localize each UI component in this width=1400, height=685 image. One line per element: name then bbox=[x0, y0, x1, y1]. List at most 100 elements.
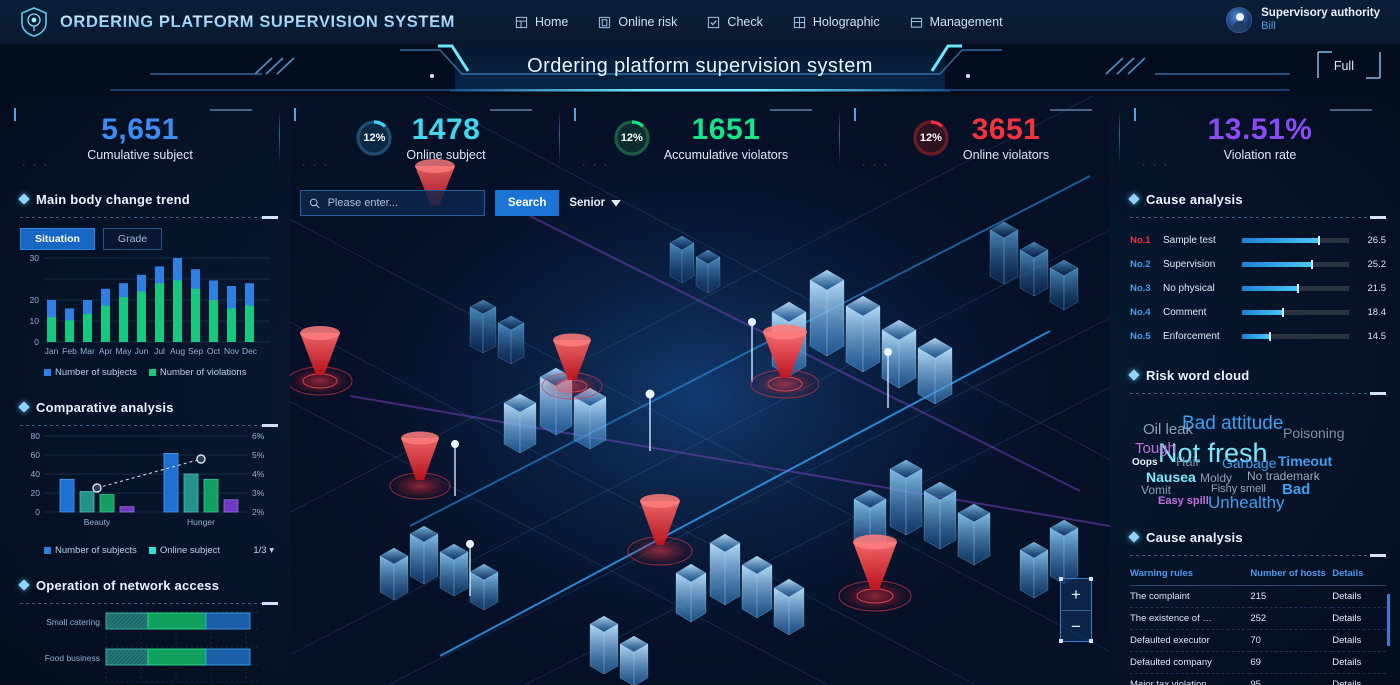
nav-item-check[interactable]: Check bbox=[707, 15, 763, 29]
nav-item-management[interactable]: Management bbox=[910, 15, 1003, 29]
zoom-in-button[interactable]: + bbox=[1061, 579, 1091, 611]
details-link[interactable]: Details bbox=[1332, 652, 1386, 674]
col-number-of-hosts: Number of hosts bbox=[1250, 568, 1326, 579]
word-cloud-term[interactable]: Unhealthy bbox=[1208, 494, 1285, 511]
svg-text:Oct: Oct bbox=[207, 346, 221, 356]
map-pin bbox=[451, 440, 459, 448]
panel-network-access: Operation of network access Small cateri… bbox=[18, 574, 278, 685]
tab-situation[interactable]: Situation bbox=[20, 228, 95, 250]
table-row: Defaulted company 69 Details bbox=[1130, 652, 1386, 674]
cause-name: Comment bbox=[1163, 306, 1207, 318]
cause-track bbox=[1242, 283, 1349, 293]
svg-text:4%: 4% bbox=[252, 469, 265, 479]
panel-title: Operation of network access bbox=[36, 577, 220, 593]
cause-row[interactable]: No.5 Enforcement 14.5 bbox=[1130, 324, 1386, 348]
details-link[interactable]: Details bbox=[1332, 630, 1386, 652]
main-body-tabs: Situation Grade bbox=[20, 228, 278, 250]
handle-tl bbox=[1059, 577, 1063, 581]
word-cloud-term[interactable]: Hair bbox=[1176, 455, 1200, 468]
details-link[interactable]: Details bbox=[1332, 608, 1386, 630]
svg-text:Mar: Mar bbox=[80, 346, 95, 356]
diamond-icon bbox=[1128, 193, 1140, 205]
cell-hosts: 252 bbox=[1250, 613, 1267, 624]
word-cloud-term[interactable]: Bad attitude bbox=[1182, 414, 1283, 433]
kpi-online-violators: · · · 12% 3651 Online violators bbox=[840, 96, 1120, 180]
kpi-corner bbox=[1134, 108, 1136, 121]
fullscreen-button[interactable]: Full bbox=[1334, 59, 1354, 73]
senior-filter-dropdown[interactable]: Senior bbox=[569, 197, 622, 209]
cause-row[interactable]: No.2 Supervision 25.2 bbox=[1130, 252, 1386, 276]
svg-text:Nov: Nov bbox=[224, 346, 240, 356]
word-cloud-term[interactable]: Easy spill bbox=[1158, 496, 1209, 507]
check-box-icon bbox=[708, 16, 720, 28]
comparative-pager[interactable]: 1/3 ▾ bbox=[253, 545, 274, 556]
panel-divider bbox=[20, 602, 278, 605]
word-cloud-term[interactable]: Poisoning bbox=[1283, 426, 1345, 440]
panel-main-body-change-trend: Main body change trend Situation Grade 3… bbox=[18, 188, 278, 378]
cause-name: Supervision bbox=[1163, 258, 1216, 270]
comparative-chart[interactable]: 8060 40200 6%5% 4%3%2% Beauty Hunger bbox=[20, 426, 278, 536]
details-link[interactable]: Details bbox=[1332, 586, 1386, 608]
main-nav: Home Online risk Check Holographic Manag… bbox=[515, 15, 1003, 29]
map-search-bar[interactable]: Search Senior bbox=[300, 190, 622, 216]
cause-track bbox=[1242, 331, 1349, 341]
word-cloud-term[interactable]: Oops bbox=[1132, 458, 1158, 468]
kpi-label: Cumulative subject bbox=[87, 148, 193, 163]
handle-bl bbox=[1059, 639, 1063, 643]
word-cloud[interactable]: Not fresh Bad attitude Oil leak Poisoning To… bbox=[1130, 402, 1386, 520]
grid-icon bbox=[793, 16, 805, 28]
kpi-corner bbox=[574, 108, 576, 121]
svg-text:30: 30 bbox=[30, 253, 40, 263]
page-title: Ordering platform supervision system bbox=[527, 55, 873, 77]
brand-logo-wrap[interactable]: ORDERING PLATFORM SUPERVISION SYSTEM bbox=[20, 7, 455, 37]
word-cloud-term[interactable]: Nausea bbox=[1146, 470, 1196, 484]
nav-item-holographic[interactable]: Holographic bbox=[793, 15, 880, 29]
cause-rank: No.3 bbox=[1130, 282, 1151, 294]
kpi-value: 5,651 bbox=[101, 112, 179, 146]
kpi-corner bbox=[854, 108, 856, 121]
cause-row[interactable]: No.4 Comment 18.4 bbox=[1130, 300, 1386, 324]
search-box[interactable] bbox=[300, 190, 485, 216]
panel-cause-analysis-bars: Cause analysis No.1 Sample test 26.5 No.… bbox=[1128, 188, 1386, 348]
cause-name: No physical bbox=[1163, 282, 1215, 294]
city-map[interactable]: Search Senior + − bbox=[290, 96, 1110, 685]
search-icon bbox=[309, 198, 320, 208]
details-link[interactable]: Details bbox=[1332, 674, 1386, 685]
table-row: The complaint 215 Details bbox=[1130, 586, 1386, 608]
nav-label: Check bbox=[727, 15, 763, 29]
main-body-chart[interactable]: 3020 100 Jan Feb Mar Apr May Jun Jul Aug… bbox=[20, 250, 278, 358]
left-sidebar: Main body change trend Situation Grade 3… bbox=[18, 188, 278, 685]
user-profile[interactable]: Supervisory authority Bill bbox=[1226, 6, 1380, 34]
search-input[interactable] bbox=[327, 197, 476, 209]
kpi-dash bbox=[210, 109, 252, 111]
kpi-dots: · · · bbox=[582, 159, 610, 171]
search-button[interactable]: Search bbox=[495, 190, 560, 216]
cause-rank: No.4 bbox=[1130, 306, 1151, 318]
word-cloud-term[interactable]: Garbage bbox=[1222, 456, 1276, 470]
svg-text:Beauty: Beauty bbox=[84, 517, 111, 527]
kpi-ring-accumulative-violators: 12% bbox=[612, 118, 652, 158]
kpi-value: 3651 bbox=[971, 112, 1041, 146]
kpi-online-subject: · · · 12% 1478 Online subject bbox=[280, 96, 560, 180]
word-cloud-term[interactable]: Tough bbox=[1135, 441, 1176, 456]
svg-text:20: 20 bbox=[30, 295, 40, 305]
network-access-chart[interactable]: Small catering Food business 024 68 bbox=[20, 604, 278, 685]
panel-title: Risk word cloud bbox=[1146, 367, 1250, 383]
handle-tr bbox=[1089, 577, 1093, 581]
svg-text:80: 80 bbox=[31, 431, 41, 441]
map-zoom-controls[interactable]: + − bbox=[1059, 577, 1093, 643]
svg-text:40: 40 bbox=[31, 469, 41, 479]
word-cloud-term[interactable]: Oil leak bbox=[1143, 422, 1193, 437]
diamond-icon bbox=[18, 401, 30, 413]
cause-row[interactable]: No.1 Sample test 26.5 bbox=[1130, 228, 1386, 252]
panel-title: Cause analysis bbox=[1146, 529, 1243, 545]
tab-grade[interactable]: Grade bbox=[102, 228, 163, 250]
word-cloud-term[interactable]: Timeout bbox=[1278, 454, 1332, 468]
word-cloud-term[interactable]: Bad bbox=[1282, 482, 1310, 497]
cause-row[interactable]: No.3 No physical 21.5 bbox=[1130, 276, 1386, 300]
zoom-out-button[interactable]: − bbox=[1061, 611, 1091, 643]
nav-item-home[interactable]: Home bbox=[515, 15, 568, 29]
nav-item-online-risk[interactable]: Online risk bbox=[598, 15, 677, 29]
panel-cause-analysis-table: Cause analysis Warning rules Number of h… bbox=[1128, 526, 1390, 685]
table-scrollbar[interactable] bbox=[1387, 594, 1390, 646]
